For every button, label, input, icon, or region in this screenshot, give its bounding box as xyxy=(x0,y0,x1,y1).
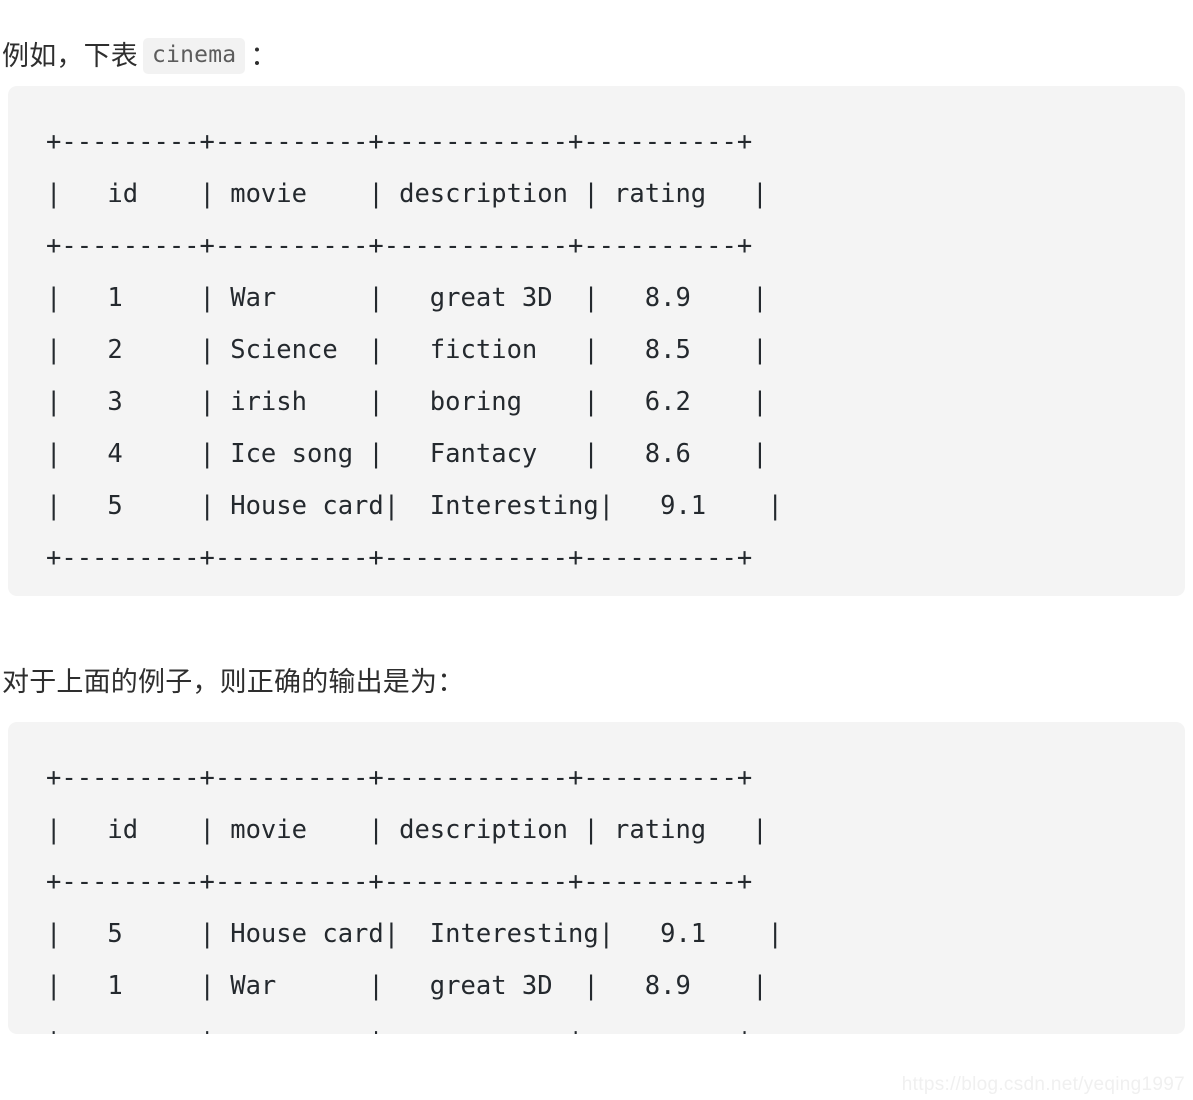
code-content-cinema-table: +---------+----------+------------+-----… xyxy=(46,127,783,573)
output-note-paragraph: 对于上面的例子，则正确的输出是为： xyxy=(2,661,464,703)
inline-code-cinema: cinema xyxy=(143,38,246,74)
code-content-expected-output: +---------+----------+------------+-----… xyxy=(46,763,783,1034)
code-block-cinema-table: +---------+----------+------------+-----… xyxy=(8,86,1185,596)
article-page: 例如，下表 cinema： +---------+----------+-----… xyxy=(0,0,1193,1100)
watermark: https://blog.csdn.net/yeqing1997 xyxy=(901,1074,1185,1095)
output-note-text: 对于上面的例子，则正确的输出是为： xyxy=(2,666,465,697)
code-block-expected-output: +---------+----------+------------+-----… xyxy=(8,722,1185,1034)
intro-paragraph: 例如，下表 cinema： xyxy=(2,35,278,77)
intro-text-after: ： xyxy=(250,40,278,71)
intro-text-before: 例如，下表 xyxy=(2,40,138,71)
